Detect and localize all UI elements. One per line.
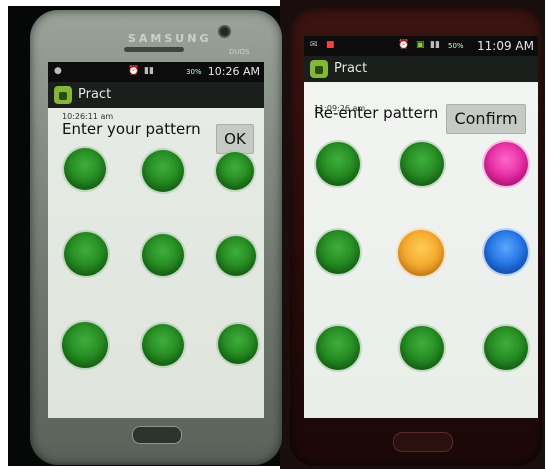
pattern-dot[interactable]	[64, 232, 108, 276]
pattern-dot[interactable]	[62, 322, 108, 368]
pattern-dot[interactable]	[400, 142, 444, 186]
android-app-icon	[310, 60, 328, 78]
android-app-icon	[54, 86, 72, 104]
earpiece-speaker	[124, 47, 184, 52]
pattern-dot[interactable]	[142, 150, 184, 192]
app-title: Pract	[334, 61, 368, 76]
pattern-prompt: Re-enter pattern	[314, 104, 439, 122]
alarm-icon: ⏰	[398, 40, 410, 50]
left-home-button[interactable]	[132, 426, 182, 444]
left-screen: ● ⏰ ▮▮ 30% 10:26 AM Pract 10:26:11 am En…	[48, 62, 264, 418]
pattern-dot[interactable]	[218, 324, 258, 364]
action-bar: Pract	[48, 82, 264, 108]
pattern-dot[interactable]	[216, 152, 254, 190]
pattern-dot[interactable]	[316, 230, 360, 274]
pattern-dot[interactable]	[316, 142, 360, 186]
notification-icon: ■	[326, 40, 335, 50]
pattern-dot[interactable]	[316, 326, 360, 370]
battery-percent: 30%	[186, 68, 202, 76]
notification-icon: ●	[54, 66, 62, 76]
status-bar: ✉ ■ ⏰ ▣ ▮▮ 50% 11:09 AM	[304, 36, 538, 56]
alarm-icon: ⏰	[128, 66, 140, 76]
right-screen: ✉ ■ ⏰ ▣ ▮▮ 50% 11:09 AM Pract 11:09:26 a…	[304, 36, 538, 418]
status-bar: ● ⏰ ▮▮ 30% 10:26 AM	[48, 62, 264, 82]
pattern-dot[interactable]	[64, 148, 106, 190]
pattern-dot[interactable]	[216, 236, 256, 276]
pattern-dot[interactable]	[142, 234, 184, 276]
battery-percent: 50%	[448, 42, 464, 50]
action-bar: Pract	[304, 56, 538, 82]
pattern-dot[interactable]	[400, 326, 444, 370]
model-label: DUOS	[229, 48, 250, 56]
pattern-dot[interactable]	[142, 324, 184, 366]
pattern-content: 11:09:26 am Re-enter pattern Confirm	[304, 82, 538, 418]
confirm-button[interactable]: Confirm	[446, 104, 526, 134]
app-title: Pract	[78, 87, 112, 102]
ok-button[interactable]: OK	[216, 124, 254, 154]
pattern-prompt: Enter your pattern	[62, 120, 201, 138]
pattern-dot[interactable]	[484, 326, 528, 370]
pattern-dot[interactable]	[484, 230, 528, 274]
pattern-content: 10:26:11 am Enter your pattern OK	[48, 108, 264, 418]
brand-logo: SAMSUNG	[128, 32, 212, 45]
download-icon: ▣	[416, 40, 425, 50]
status-time: 10:26 AM	[207, 65, 260, 78]
right-home-button[interactable]	[393, 432, 453, 452]
pattern-dot[interactable]	[484, 142, 528, 186]
front-camera-icon	[218, 25, 231, 38]
mail-icon: ✉	[310, 40, 318, 50]
signal-icon: ▮▮	[430, 40, 440, 50]
status-time: 11:09 AM	[477, 39, 534, 53]
pattern-dot[interactable]	[398, 230, 444, 276]
signal-icon: ▮▮	[144, 66, 154, 76]
